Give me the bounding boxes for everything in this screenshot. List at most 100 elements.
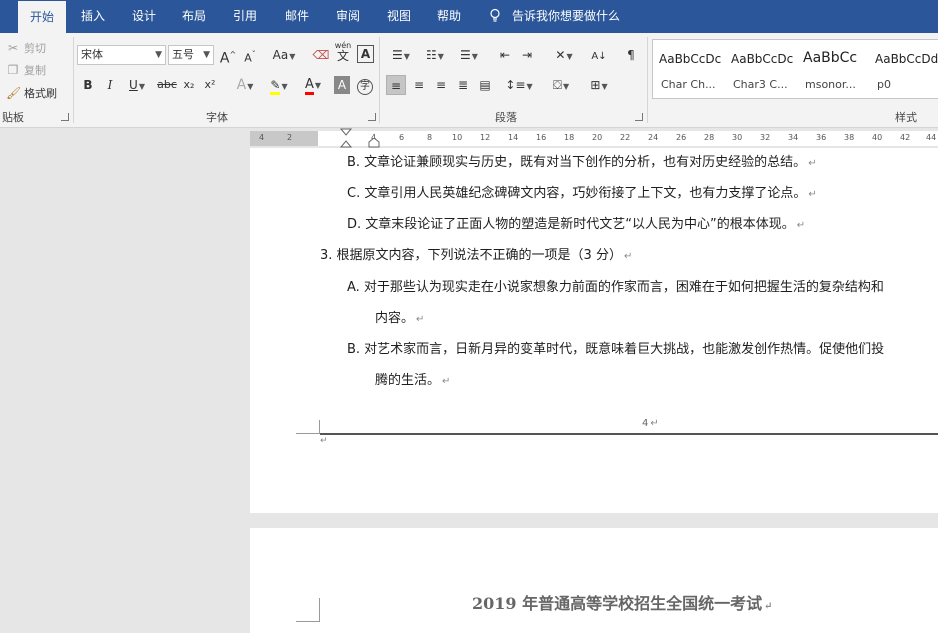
align-left-button[interactable]: ≡ [386,75,406,95]
asian-layout-button[interactable]: ✕▼ [548,45,580,65]
document-page[interactable] [250,148,938,513]
clear-formatting-button[interactable]: ⌫ [312,45,330,65]
document-line: A. 对于那些认为现实走在小说家想象力前面的作家而言，困难在于如何把握生活的复杂… [347,280,884,295]
align-center-button[interactable]: ≡ [410,75,428,95]
document-line: D. 文章末段论证了正面人物的塑造是新时代文艺“以人民为中心”的根本体现。 ↵ [347,217,806,232]
font-name-combo[interactable]: 宋体 ▼ [77,45,166,65]
outdent-icon: ⇤ [499,48,511,62]
highlight-button[interactable]: ✎▼ [264,75,294,95]
ruler-tick: 22 [620,133,631,142]
tab-design[interactable]: 设计 [132,0,156,33]
ruler-tick: 44 [926,133,937,142]
superscript-button[interactable]: x² [202,75,218,95]
footer-divider [320,433,938,435]
paragraph-group-label: 段落 [495,111,517,124]
document-line: C. 文章引用人民英雄纪念碑碑文内容，巧妙衔接了上下文，也有力支撑了论点。 ↵ [347,186,817,201]
text-effects-button[interactable]: A▼ [230,75,260,95]
paragraph-launcher-icon[interactable] [635,113,643,121]
document-line: B. 对艺术家而言，日新月异的变革时代，既意味着巨大挑战，也能激发创作热情。促使… [347,342,885,357]
ruler-tick: 34 [788,133,799,142]
bullets-button[interactable]: ☰▼ [386,45,416,65]
hanging-indent-marker-icon[interactable] [368,138,380,148]
tab-layout[interactable]: 布局 [182,0,206,33]
styles-gallery: AaBbCcDc Char Ch... AaBbCcDc Char3 C... … [652,39,938,99]
horizontal-ruler[interactable]: 4 2 4 6 8 10 12 14 16 18 20 22 24 26 28 … [0,128,938,148]
multilevel-list-button[interactable]: ☰▼ [454,45,484,65]
align-right-icon: ≡ [435,78,447,92]
ruler-tick: 26 [676,133,687,142]
scissors-icon: ✂ [7,41,19,55]
tab-review[interactable]: 审阅 [336,0,360,33]
indent-marker-icon[interactable] [340,128,352,148]
change-case-button[interactable]: Aa▼ [268,45,300,65]
subscript-button[interactable]: x₂ [181,75,197,95]
sort-button[interactable]: A↓ [590,45,608,65]
font-launcher-icon[interactable] [368,113,376,121]
font-group-label: 字体 [206,111,228,124]
margin-corner-mark [296,598,320,622]
decrease-indent-button[interactable]: ⇤ [496,45,514,65]
paintbrush-icon: 🖌 [6,86,22,100]
page-number: 4 ↵ [642,418,659,429]
font-size-combo[interactable]: 五号 ▼ [168,45,214,65]
document-line: 腾的生活。 ↵ [375,373,451,388]
font-color-button[interactable]: A▼ [298,75,328,95]
distributed-button[interactable]: ▤ [476,75,494,95]
style-item[interactable]: AaBbCc msonor... [797,40,869,98]
underline-button[interactable]: U▼ [124,75,150,95]
tab-mailings[interactable]: 邮件 [285,0,309,33]
ruler-tick: 6 [399,133,405,142]
shrink-font-button[interactable]: Aˇ [241,45,259,65]
ribbon-tab-bar: 开始 插入 设计 布局 引用 邮件 审阅 视图 帮助 告诉我你想要做什么 [0,0,938,33]
eraser-icon: ⌫ [312,48,330,62]
chevron-down-icon: ▼ [203,50,210,60]
tell-me-box[interactable]: 告诉我你想要做什么 [488,0,620,33]
document-page[interactable] [250,528,938,633]
show-marks-button[interactable]: ¶ [622,45,640,65]
tab-help[interactable]: 帮助 [437,0,461,33]
border-grid-icon: ⊞ [590,78,601,92]
style-item[interactable]: AaBbCcDc Char Ch... [653,40,725,98]
indent-icon: ⇥ [521,48,533,62]
ribbon-home: ✂ 剪切 ❐ 复制 🖌 格式刷 贴板 宋体 ▼ 五号 ▼ A^ Aˇ Aa▼ ⌫ wén … [0,33,938,128]
ruler-tick: 10 [452,133,463,142]
increase-indent-button[interactable]: ⇥ [518,45,536,65]
strikethrough-button[interactable]: abc [156,75,178,95]
numbering-button[interactable]: ☷▼ [420,45,450,65]
bold-button[interactable]: B [80,75,96,95]
format-painter-button[interactable]: 🖌 格式刷 [6,84,57,102]
align-right-button[interactable]: ≡ [432,75,450,95]
tab-home[interactable]: 开始 [18,0,67,33]
ruler-tick: 28 [704,133,715,142]
borders-button[interactable]: ⊞▼ [584,75,614,95]
character-border-button[interactable]: A [357,45,374,63]
tab-references[interactable]: 引用 [233,0,257,33]
enclose-characters-button[interactable]: 字 [356,75,374,95]
justify-button[interactable]: ≣ [454,75,472,95]
bullet-list-icon: ☰ [392,48,403,62]
tab-insert[interactable]: 插入 [81,0,105,33]
style-item[interactable]: AaBbCcDd p0 [869,40,938,98]
character-shading-button[interactable]: A [334,76,350,94]
document-line: B. 文章论证兼顾现实与历史，既有对当下创作的分析，也有对历史经验的总结。 ↵ [347,155,817,170]
tab-view[interactable]: 视图 [387,0,411,33]
numbered-list-icon: ☷ [426,48,437,62]
ruler-tick: 24 [648,133,659,142]
justify-icon: ≣ [457,78,469,92]
copy-button[interactable]: ❐ 复制 [6,61,46,79]
paint-bucket-icon: ⛋ [552,78,562,92]
paragraph-mark: ↵ [320,436,328,446]
ruler-tick: 42 [900,133,911,142]
phonetic-guide-button[interactable]: wén 文 [334,41,352,67]
italic-button[interactable]: I [102,75,118,95]
ruler-tick: 18 [564,133,575,142]
clipboard-launcher-icon[interactable] [61,113,69,121]
grow-font-button[interactable]: A^ [219,45,237,67]
line-spacing-button[interactable]: ↕≡▼ [504,75,534,95]
ruler-tick: 36 [816,133,827,142]
shading-button[interactable]: ⛋▼ [546,75,576,95]
style-item[interactable]: AaBbCcDc Char3 C... [725,40,797,98]
document-line: 内容。 ↵ [375,311,425,326]
cut-button[interactable]: ✂ 剪切 [6,39,46,57]
line-spacing-icon: ↕≡ [505,78,526,92]
